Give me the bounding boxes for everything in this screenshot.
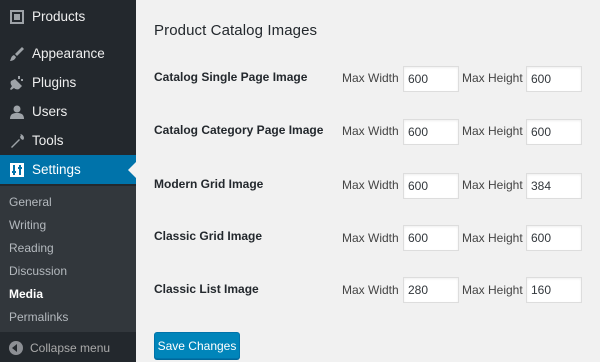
submenu-item-discussion[interactable]: Discussion <box>9 264 67 278</box>
row-label: Classic Grid Image <box>154 229 263 243</box>
sidebar-item-plugins[interactable]: Plugins <box>0 68 136 97</box>
row-label: Catalog Single Page Image <box>154 70 308 84</box>
max-height-label: Max Height <box>462 283 523 297</box>
max-height-label: Max Height <box>462 178 523 192</box>
sidebar-item-tools[interactable]: Tools <box>0 126 136 155</box>
max-height-input[interactable] <box>526 66 582 92</box>
paintbrush-icon <box>2 46 32 62</box>
max-height-input[interactable] <box>526 225 582 251</box>
submenu-item-reading[interactable]: Reading <box>9 241 54 255</box>
sidebar-item-label: Appearance <box>32 46 105 61</box>
submenu-item-permalinks[interactable]: Permalinks <box>9 310 68 324</box>
user-icon <box>2 104 32 120</box>
collapse-menu-label: Collapse menu <box>30 340 111 355</box>
sidebar-item-users[interactable]: Users <box>0 97 136 126</box>
sidebar-item-label: Products <box>32 9 86 24</box>
max-width-input[interactable] <box>403 173 459 199</box>
max-width-input[interactable] <box>403 66 459 92</box>
admin-sidebar: Products Appearance Plugins Users Tools … <box>0 0 136 362</box>
submenu-item-writing[interactable]: Writing <box>9 218 46 232</box>
max-width-label: Max Width <box>342 231 399 245</box>
submenu-item-general[interactable]: General <box>9 195 52 209</box>
sidebar-item-appearance[interactable]: Appearance <box>0 39 136 68</box>
max-width-input[interactable] <box>403 277 459 303</box>
sidebar-item-settings[interactable]: Settings <box>0 155 136 184</box>
max-height-label: Max Height <box>462 124 523 138</box>
collapse-arrow-icon <box>9 340 23 355</box>
sidebar-item-label: Tools <box>32 133 64 148</box>
max-width-label: Max Width <box>342 71 399 85</box>
row-label: Modern Grid Image <box>154 177 264 191</box>
wrench-icon <box>2 133 32 149</box>
max-height-label: Max Height <box>462 231 523 245</box>
max-width-label: Max Width <box>342 178 399 192</box>
max-width-input[interactable] <box>403 225 459 251</box>
max-height-label: Max Height <box>462 71 523 85</box>
products-icon <box>2 9 32 25</box>
max-width-label: Max Width <box>342 283 399 297</box>
main-content: Product Catalog Images Catalog Single Pa… <box>136 0 600 362</box>
save-changes-button[interactable]: Save Changes <box>154 332 240 359</box>
max-width-input[interactable] <box>403 119 459 145</box>
plug-icon <box>2 75 32 91</box>
max-width-label: Max Width <box>342 124 399 138</box>
submenu-item-media[interactable]: Media <box>9 287 43 301</box>
section-title: Product Catalog Images <box>154 22 318 39</box>
max-height-input[interactable] <box>526 173 582 199</box>
collapse-menu-button[interactable]: Collapse menu <box>0 333 136 362</box>
settings-icon <box>2 162 32 178</box>
row-label: Catalog Category Page Image <box>154 123 324 137</box>
sidebar-item-label: Plugins <box>32 75 77 90</box>
sidebar-item-products[interactable]: Products <box>0 2 136 31</box>
row-label: Classic List Image <box>154 282 259 296</box>
settings-submenu: General Writing Reading Discussion Media… <box>0 186 136 332</box>
sidebar-item-label: Settings <box>32 162 81 177</box>
sidebar-item-label: Users <box>32 104 68 119</box>
max-height-input[interactable] <box>526 277 582 303</box>
max-height-input[interactable] <box>526 119 582 145</box>
